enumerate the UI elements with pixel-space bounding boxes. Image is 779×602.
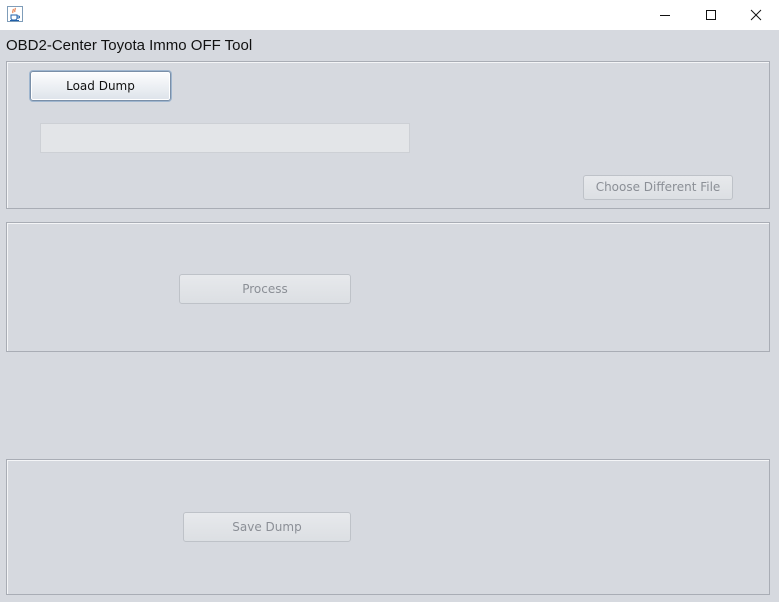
- process-panel: [6, 222, 770, 352]
- minimize-icon: [660, 15, 670, 16]
- app-window: OBD2-Center Toyota Immo OFF Tool Load Du…: [0, 0, 779, 602]
- window-titlebar[interactable]: [0, 0, 779, 30]
- load-dump-button[interactable]: Load Dump: [30, 71, 171, 101]
- java-coffee-cup-icon[interactable]: [7, 6, 23, 22]
- maximize-icon: [706, 10, 716, 20]
- maximize-button[interactable]: [688, 0, 734, 30]
- app-title: OBD2-Center Toyota Immo OFF Tool: [6, 37, 253, 54]
- choose-different-file-button[interactable]: Choose Different File: [583, 175, 733, 200]
- close-icon: [750, 9, 762, 21]
- save-dump-button[interactable]: Save Dump: [183, 512, 351, 542]
- file-path-field[interactable]: [40, 123, 410, 153]
- minimize-button[interactable]: [642, 0, 688, 30]
- close-button[interactable]: [733, 0, 779, 30]
- process-button[interactable]: Process: [179, 274, 351, 304]
- save-panel: [6, 459, 770, 595]
